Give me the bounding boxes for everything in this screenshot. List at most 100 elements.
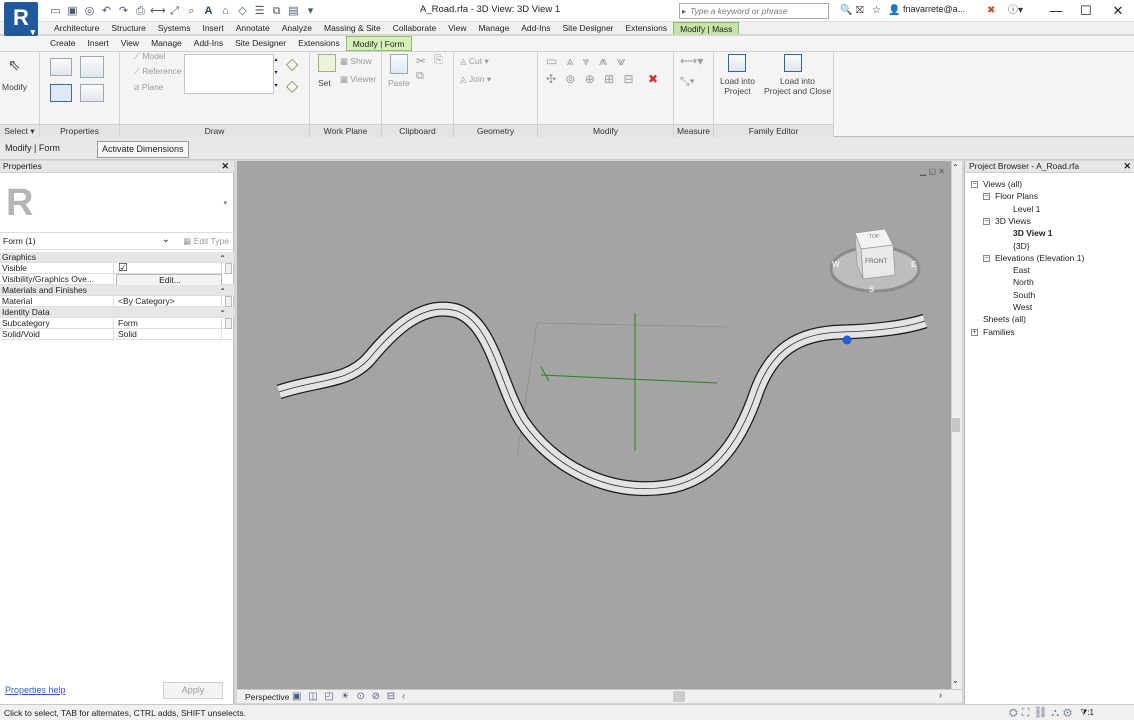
browser-item-floor-plans[interactable]: Floor Plans: [995, 191, 1038, 202]
edit-type-button[interactable]: ▦ Edit Type: [183, 235, 229, 248]
ribbon-tab-manage[interactable]: Manage: [472, 22, 515, 34]
collapse-toggle-icon[interactable]: −: [983, 193, 990, 201]
ribbon-tab-view[interactable]: View: [442, 22, 472, 34]
dimension-icon[interactable]: ⤢: [167, 4, 182, 18]
context-tab-insert[interactable]: Insert: [82, 36, 115, 51]
browser-item-level-1[interactable]: Level 1: [1013, 204, 1040, 215]
compass-west[interactable]: W: [832, 260, 840, 269]
favorites-star-icon[interactable]: ☆: [872, 3, 881, 19]
viewer-button[interactable]: ▦ Viewer: [340, 74, 376, 85]
view-horizontal-scroll-thumb[interactable]: [673, 691, 685, 702]
cut-geometry-button[interactable]: ◬ Cut ▾: [460, 56, 489, 67]
scroll-up-icon[interactable]: ⌃: [952, 163, 959, 172]
filter-icon[interactable]: ⧩:1: [1080, 708, 1094, 718]
context-tab-view[interactable]: View: [115, 36, 145, 51]
properties-help-link[interactable]: Properties help: [5, 685, 66, 695]
property-group-header[interactable]: Graphics: [0, 252, 234, 264]
measure-icon[interactable]: ⟷▾: [680, 54, 703, 68]
user-icon[interactable]: 👤: [888, 3, 900, 19]
print-icon[interactable]: ⎙: [133, 4, 148, 18]
close-browser-icon[interactable]: ✕: [1123, 161, 1131, 172]
text-icon[interactable]: A: [201, 4, 216, 18]
collapse-toggle-icon[interactable]: −: [983, 217, 990, 225]
ribbon-tab-systems[interactable]: Systems: [152, 22, 197, 34]
context-tab-extensions[interactable]: Extensions: [292, 36, 346, 51]
draw-gallery[interactable]: [184, 54, 274, 94]
ribbon-tab-massing-site[interactable]: Massing & Site: [318, 22, 387, 34]
modify-tools-icons-2[interactable]: ✣ ⊚ ⊕ ⊞ ⊟: [546, 72, 637, 86]
save-icon[interactable]: ▣: [65, 4, 80, 18]
visible-checkbox[interactable]: ☑: [116, 263, 222, 274]
browser-item-south[interactable]: South: [1013, 290, 1035, 301]
family-types-icon[interactable]: [50, 58, 72, 76]
property-group-header[interactable]: Materials and Finishes: [0, 285, 234, 297]
context-tab-site-designer[interactable]: Site Designer: [229, 36, 292, 51]
property-value[interactable]: Form: [116, 318, 222, 329]
load-into-project-icon[interactable]: [728, 54, 746, 72]
context-tab-create[interactable]: Create: [44, 36, 82, 51]
context-tab-manage[interactable]: Manage: [145, 36, 188, 51]
ribbon-tab-extensions[interactable]: Extensions: [620, 22, 674, 34]
modify-button[interactable]: Modify: [2, 82, 27, 92]
delete-icon[interactable]: ✖: [648, 72, 658, 86]
browser-item-west[interactable]: West: [1013, 302, 1032, 313]
collapse-toggle-icon[interactable]: −: [983, 254, 990, 262]
redo-icon[interactable]: ↷: [116, 4, 131, 18]
reference-plane-button[interactable]: ⧄ Plane: [134, 82, 164, 93]
selected-path-point[interactable]: [842, 335, 852, 345]
compass-east[interactable]: E: [911, 260, 916, 269]
measure-icon[interactable]: ⟷: [150, 4, 166, 18]
ribbon-tab-structure[interactable]: Structure: [105, 22, 152, 34]
browser-item-elevations-elevation-1[interactable]: Elevations (Elevation 1): [995, 253, 1084, 264]
apply-button[interactable]: Apply: [163, 682, 223, 699]
tag-icon[interactable]: ⌕: [184, 4, 199, 18]
browser-item-sheets-all[interactable]: Sheets (all): [983, 314, 1026, 325]
property-value[interactable]: Solid: [116, 329, 222, 340]
cut-icon[interactable]: ✂: [416, 54, 426, 68]
help-icon[interactable]: ⓘ▾: [1008, 3, 1023, 19]
switch-windows-icon[interactable]: ▤: [286, 4, 301, 18]
compass-south[interactable]: S: [869, 285, 874, 294]
ribbon-tab-analyze[interactable]: Analyze: [276, 22, 318, 34]
property-value[interactable]: <By Category>: [116, 296, 222, 307]
type-properties-icon[interactable]: [80, 84, 104, 102]
section-icon[interactable]: ◇: [235, 4, 250, 18]
copy-icon[interactable]: ⧉: [416, 70, 424, 83]
thin-lines-icon[interactable]: ☰: [252, 4, 267, 18]
browser-item-north[interactable]: North: [1013, 277, 1034, 288]
open-icon[interactable]: ▭: [48, 4, 63, 18]
browser-item-views-all[interactable]: Views (all): [983, 179, 1022, 190]
load-into-project-and-close-icon[interactable]: [784, 54, 802, 72]
exchange-apps-icon[interactable]: ✖: [987, 3, 995, 19]
view-scroll-thumb[interactable]: [952, 418, 960, 432]
3d-view-icon[interactable]: ⌂: [218, 4, 233, 18]
context-tab-add-ins[interactable]: Add-Ins: [188, 36, 229, 51]
model-line-button[interactable]: ⟋ Model: [134, 51, 165, 62]
reference-line-button[interactable]: ⟋ Reference: [134, 66, 182, 77]
property-group-header[interactable]: Identity Data: [0, 307, 234, 319]
match-type-icon[interactable]: ⎘: [434, 54, 443, 67]
help-search-input[interactable]: Type a keyword or phrase: [679, 3, 829, 19]
close-icon[interactable]: ✕: [221, 161, 229, 172]
scroll-down-icon[interactable]: ⌄: [952, 676, 959, 685]
viewcube-front-label[interactable]: FRONT: [865, 258, 887, 265]
ribbon-tab-site-designer[interactable]: Site Designer: [556, 22, 619, 34]
paste-icon[interactable]: [390, 54, 408, 74]
close-hidden-icon[interactable]: ⧉: [269, 4, 284, 18]
ribbon-tab-collaborate[interactable]: Collaborate: [387, 22, 442, 34]
load-into-project-and-close-button[interactable]: Load into Project and Close: [764, 76, 831, 96]
ribbon-tab-modify-mass[interactable]: Modify | Mass: [673, 22, 740, 34]
modify-tools-icons[interactable]: ▭ ⩓ ⩔ ⩕ ⩖: [546, 54, 628, 69]
customize-qat-icon[interactable]: ▾: [303, 4, 318, 18]
3d-view-canvas[interactable]: ▁ ◱ ✕ TOP FRONT W S E: [237, 161, 951, 689]
load-into-project-button[interactable]: Load into Project: [720, 76, 755, 96]
binoculars-search-icon[interactable]: 🔍: [840, 3, 852, 19]
browser-item-3d-view-1[interactable]: 3D View 1: [1013, 228, 1053, 239]
activate-dimensions-button[interactable]: Activate Dimensions: [97, 141, 189, 158]
user-account[interactable]: fnavarrete@a...: [903, 4, 965, 14]
browser-item-east[interactable]: East: [1013, 265, 1030, 276]
minimize-icon[interactable]: —: [1042, 2, 1070, 20]
type-selector[interactable]: Form (1): [2, 233, 180, 249]
ribbon-tab-annotate[interactable]: Annotate: [230, 22, 276, 34]
sync-icon[interactable]: ◎: [82, 4, 97, 18]
